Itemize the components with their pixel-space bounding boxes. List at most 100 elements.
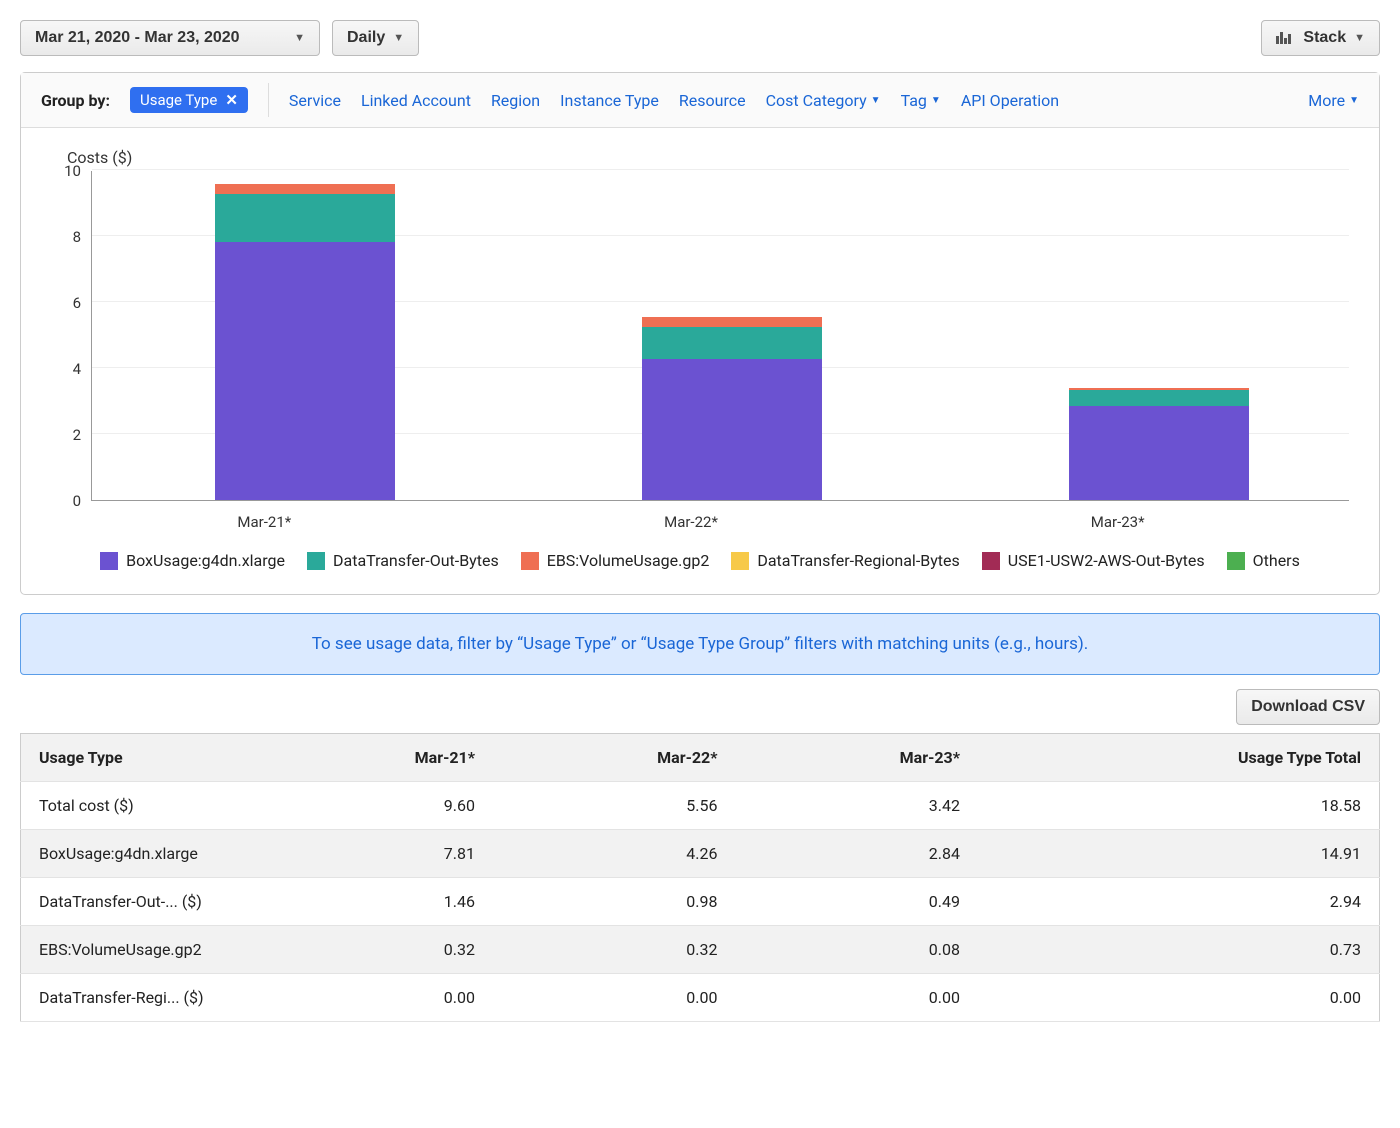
granularity-label: Daily [347,29,385,47]
groupby-label: Group by: [41,91,110,110]
bar-segment[interactable] [215,194,395,242]
table-cell: 0.00 [251,974,494,1022]
table-cell: 0.98 [493,878,736,926]
bar-column[interactable] [1069,388,1249,501]
info-banner: To see usage data, filter by “Usage Type… [20,613,1380,675]
table-cell: 1.46 [251,878,494,926]
y-tick: 8 [73,228,81,246]
date-range-label: Mar 21, 2020 - Mar 23, 2020 [35,29,240,47]
bar-segment[interactable] [642,327,822,359]
groupby-option-api-operation[interactable]: API Operation [961,91,1059,110]
table-header-cell[interactable]: Mar-23* [736,734,979,782]
table-cell: 3.42 [736,782,979,830]
groupby-more[interactable]: More ▼ [1308,91,1359,110]
table-cell: DataTransfer-Regi... ($) [21,974,251,1022]
bar-column[interactable] [215,184,395,500]
download-csv-button[interactable]: Download CSV [1236,689,1380,725]
table-row: DataTransfer-Out-... ($)1.460.980.492.94 [21,878,1380,926]
legend-swatch [521,552,539,570]
y-tick: 6 [73,294,81,312]
table-body: Total cost ($)9.605.563.4218.58BoxUsage:… [21,782,1380,1022]
table-cell: 0.73 [978,926,1380,974]
table-header-cell[interactable]: Usage Type [21,734,251,782]
groupby-option-instance-type[interactable]: Instance Type [560,91,659,110]
groupby-bar: Group by: Usage Type ✕ Service Linked Ac… [21,73,1379,128]
y-tick: 10 [64,162,81,180]
table-cell: 0.00 [978,974,1380,1022]
bar-segment[interactable] [215,184,395,195]
chart-body: Costs ($) 0246810 Mar-21*Mar-22*Mar-23* … [21,128,1379,594]
plot-area [91,171,1349,501]
legend-swatch [982,552,1000,570]
table-header-cell[interactable]: Mar-21* [251,734,494,782]
table-cell: 18.58 [978,782,1380,830]
legend-swatch [731,552,749,570]
bar-segment[interactable] [642,317,822,328]
groupby-active-pill[interactable]: Usage Type ✕ [130,87,248,113]
granularity-button[interactable]: Daily ▼ [332,20,419,56]
table-cell: DataTransfer-Out-... ($) [21,878,251,926]
legend-item[interactable]: EBS:VolumeUsage.gp2 [521,551,710,570]
legend-item[interactable]: DataTransfer-Regional-Bytes [731,551,959,570]
legend-swatch [100,552,118,570]
top-toolbar: Mar 21, 2020 - Mar 23, 2020 ▼ Daily ▼ St… [20,20,1380,56]
bar-column[interactable] [642,317,822,500]
table-header-cell[interactable]: Mar-22* [493,734,736,782]
y-axis: 0246810 [51,171,91,501]
legend-label: DataTransfer-Out-Bytes [333,551,499,570]
legend-item[interactable]: BoxUsage:g4dn.xlarge [100,551,285,570]
table-cell: EBS:VolumeUsage.gp2 [21,926,251,974]
legend-swatch [307,552,325,570]
x-tick: Mar-23* [1091,513,1145,531]
table-cell: 5.56 [493,782,736,830]
y-tick: 4 [73,360,81,378]
groupby-option-resource[interactable]: Resource [679,91,746,110]
legend-label: EBS:VolumeUsage.gp2 [547,551,710,570]
close-icon[interactable]: ✕ [225,91,238,109]
legend-item[interactable]: USE1-USW2-AWS-Out-Bytes [982,551,1205,570]
chart-panel: Group by: Usage Type ✕ Service Linked Ac… [20,72,1380,595]
groupby-option-tag[interactable]: Tag ▼ [901,91,941,110]
caret-down-icon: ▼ [393,32,404,44]
table-cell: 2.94 [978,878,1380,926]
groupby-option-region[interactable]: Region [491,91,540,110]
table-cell: 0.08 [736,926,979,974]
table-cell: 2.84 [736,830,979,878]
table-cell: 7.81 [251,830,494,878]
legend-swatch [1227,552,1245,570]
table-header-cell[interactable]: Usage Type Total [978,734,1380,782]
divider [268,83,269,117]
table-cell: 9.60 [251,782,494,830]
caret-down-icon: ▼ [294,32,305,44]
table-cell: BoxUsage:g4dn.xlarge [21,830,251,878]
groupby-option-cost-category[interactable]: Cost Category ▼ [766,91,881,110]
bar-segment[interactable] [1069,390,1249,406]
x-axis: Mar-21*Mar-22*Mar-23* [51,513,1349,533]
legend-label: Others [1253,551,1300,570]
table-cell: 14.91 [978,830,1380,878]
legend-label: DataTransfer-Regional-Bytes [757,551,959,570]
table-cell: 0.32 [493,926,736,974]
bar-segment[interactable] [1069,406,1249,500]
y-tick: 0 [73,492,81,510]
y-tick: 2 [73,426,81,444]
legend-label: BoxUsage:g4dn.xlarge [126,551,285,570]
table-row: Total cost ($)9.605.563.4218.58 [21,782,1380,830]
bar-segment[interactable] [642,359,822,500]
bar-segment[interactable] [215,242,395,500]
bar-chart-icon [1276,32,1291,44]
legend-item[interactable]: DataTransfer-Out-Bytes [307,551,499,570]
caret-down-icon: ▼ [1354,32,1365,44]
stack-button[interactable]: Stack ▼ [1261,20,1380,56]
chart-title: Costs ($) [67,148,1349,167]
stack-label: Stack [1303,29,1346,47]
x-tick: Mar-22* [664,513,718,531]
table-row: EBS:VolumeUsage.gp20.320.320.080.73 [21,926,1380,974]
table-cell: 0.32 [251,926,494,974]
groupby-option-service[interactable]: Service [289,91,341,110]
legend-item[interactable]: Others [1227,551,1300,570]
caret-down-icon: ▼ [1349,95,1359,106]
date-range-button[interactable]: Mar 21, 2020 - Mar 23, 2020 ▼ [20,20,320,56]
table-row: BoxUsage:g4dn.xlarge7.814.262.8414.91 [21,830,1380,878]
groupby-option-linked-account[interactable]: Linked Account [361,91,471,110]
